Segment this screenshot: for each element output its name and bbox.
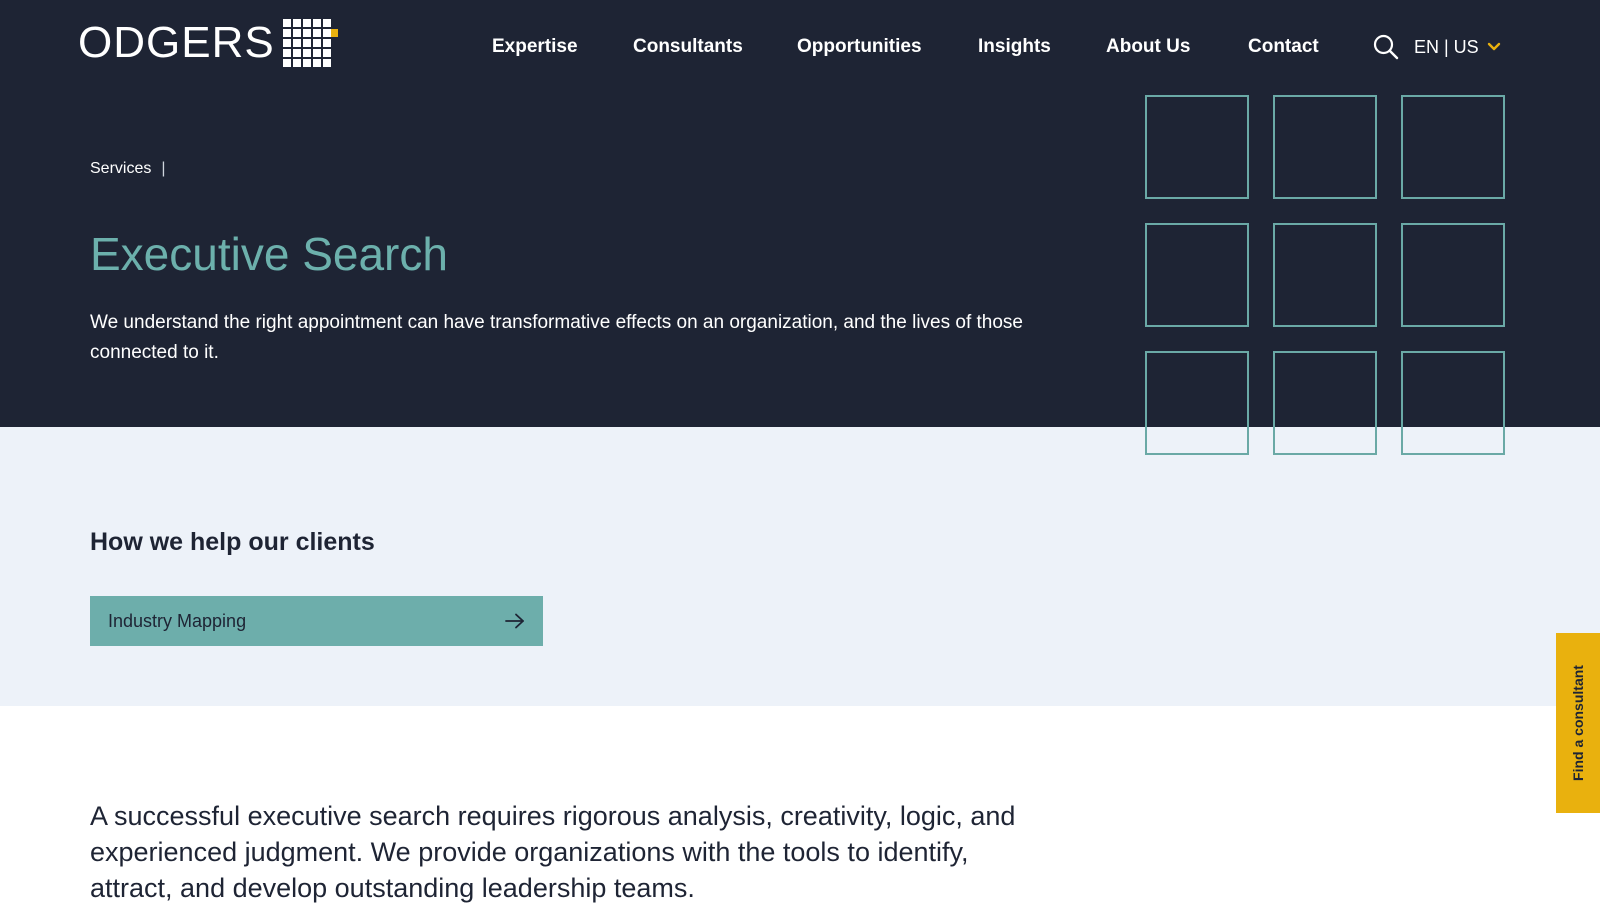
help-section [0, 427, 1600, 706]
breadcrumb-services[interactable]: Services [90, 160, 151, 178]
breadcrumb: Services | [90, 160, 166, 178]
breadcrumb-separator: | [161, 160, 166, 177]
decorative-square [1145, 95, 1249, 199]
decorative-square [1401, 351, 1505, 455]
find-consultant-tab[interactable]: Find a consultant [1556, 633, 1600, 813]
decorative-square [1401, 95, 1505, 199]
chevron-down-icon [1487, 42, 1500, 51]
logo-grid-icon [282, 19, 338, 67]
find-consultant-label: Find a consultant [1570, 665, 1587, 781]
decorative-square [1145, 223, 1249, 327]
intro-paragraph: A successful executive search requires r… [90, 801, 1016, 903]
decorative-square [1401, 223, 1505, 327]
decorative-square [1273, 223, 1377, 327]
language-label: EN | US [1414, 36, 1479, 57]
search-button[interactable] [1372, 33, 1400, 61]
industry-mapping-button[interactable]: Industry Mapping [90, 596, 543, 646]
decorative-square [1273, 95, 1377, 199]
logo-wordmark: ODGERS [78, 18, 275, 67]
nav-consultants[interactable]: Consultants [633, 30, 743, 64]
page-title: Executive Search [90, 228, 448, 280]
nav-about-us[interactable]: About Us [1106, 30, 1190, 64]
nav-contact[interactable]: Contact [1248, 30, 1319, 64]
nav-opportunities[interactable]: Opportunities [797, 30, 922, 64]
industry-mapping-label: Industry Mapping [108, 610, 247, 631]
page-description: We understand the right appointment can … [90, 312, 1023, 363]
decorative-square [1273, 351, 1377, 455]
arrow-right-icon [505, 613, 524, 629]
nav-insights[interactable]: Insights [978, 30, 1051, 64]
search-icon [1373, 34, 1399, 60]
odgers-logo[interactable]: ODGERS [78, 18, 339, 68]
language-selector[interactable]: EN | US [1414, 30, 1501, 64]
decorative-square [1145, 351, 1249, 455]
nav-expertise[interactable]: Expertise [492, 30, 578, 64]
help-heading: How we help our clients [90, 528, 375, 556]
